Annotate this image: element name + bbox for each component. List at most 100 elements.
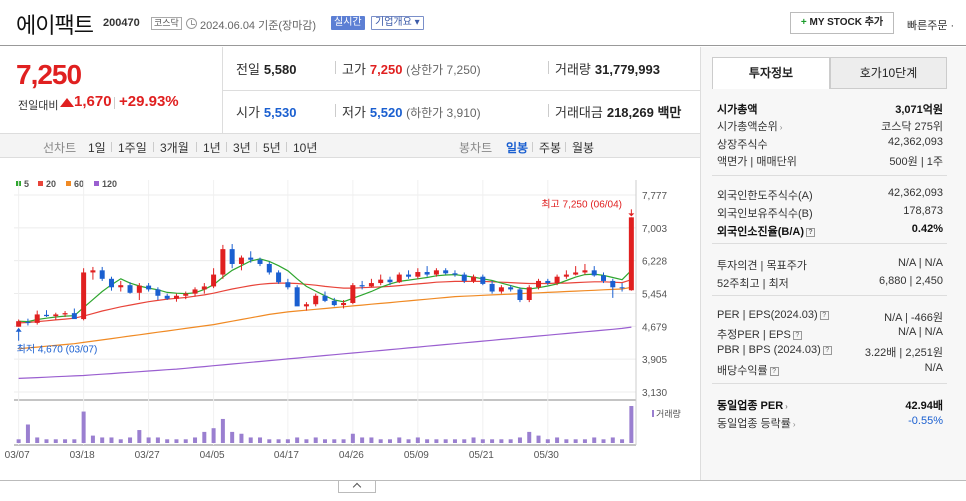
divider — [548, 61, 549, 74]
info-row[interactable]: 추정PER | EPS? N/A | N/A — [717, 326, 943, 342]
candle-body — [610, 280, 616, 288]
candle-body — [266, 263, 272, 273]
candle-body — [443, 270, 449, 274]
change-label: 전일대비 — [18, 100, 59, 112]
line-chart-tab[interactable]: 선차트 — [43, 139, 76, 156]
volume-bar — [545, 439, 550, 443]
volume-value: 31,779,993 — [594, 62, 660, 77]
collapse-chart-button[interactable] — [338, 481, 376, 493]
period-3m[interactable]: 3개월 — [160, 139, 189, 156]
volume-bar — [109, 437, 114, 443]
period-1w[interactable]: 1주일 — [118, 139, 147, 156]
period-3y[interactable]: 3년 — [233, 139, 251, 156]
candle-body — [424, 272, 430, 275]
candle-body — [628, 217, 634, 291]
candle-body — [108, 278, 114, 288]
price-summary: 7,250 전일대비 1,670 +29.93% 전일 5,580 고가 7,250… — [0, 47, 700, 133]
period-5y[interactable]: 5년 — [263, 139, 281, 156]
candle-body — [238, 257, 244, 264]
info-key: 추정PER | EPS? — [717, 326, 802, 342]
volume-bar — [193, 437, 198, 443]
company-info-dropdown[interactable]: 기업개요 ▾ — [371, 16, 424, 30]
divider — [153, 142, 154, 152]
period-1d[interactable]: 1일 — [88, 139, 106, 156]
candle-monthly[interactable]: 월봉 — [572, 139, 594, 156]
candle-body — [313, 295, 319, 305]
candle-body — [359, 285, 365, 287]
my-stock-add-button[interactable]: + MY STOCK 추가 — [790, 12, 894, 34]
info-row: 외국인한도주식수(A) 42,362,093 — [717, 187, 943, 203]
candle-body — [461, 274, 467, 281]
period-1y[interactable]: 1년 — [203, 139, 221, 156]
y-tick-label: 4,679 — [642, 322, 667, 333]
volume-bar — [350, 433, 355, 443]
tab-orderbook[interactable]: 호가10단계 — [830, 57, 947, 89]
candle-body — [536, 280, 542, 288]
volume-bar — [462, 439, 467, 443]
high-price: 고가 7,250 (상한가 7,250) — [342, 59, 481, 78]
candle-body — [248, 257, 254, 260]
volume-bar — [378, 439, 383, 443]
info-row: 액면가 | 매매단위 500원 | 1주 — [717, 153, 943, 169]
candle-body — [43, 314, 49, 317]
candle-body — [554, 276, 560, 284]
info-row[interactable]: 배당수익률? N/A — [717, 362, 943, 378]
period-10y[interactable]: 10년 — [293, 139, 317, 156]
candle-daily[interactable]: 일봉 — [506, 139, 528, 156]
chevron-right-icon[interactable]: › — [785, 402, 788, 411]
info-row[interactable]: PER | EPS(2024.03)? N/A | -466원 — [717, 309, 943, 325]
info-value: N/A | N/A — [897, 326, 943, 338]
volume-bar — [573, 439, 578, 443]
y-tick-label: 6,228 — [642, 257, 667, 268]
info-value: 0.42% — [911, 223, 943, 235]
volume-bar — [332, 439, 337, 443]
candle-body — [81, 272, 87, 320]
candle-body — [173, 295, 179, 299]
help-icon[interactable]: ? — [822, 346, 832, 355]
candle-body — [294, 287, 300, 307]
candle-weekly[interactable]: 주봉 — [539, 139, 561, 156]
divider — [286, 142, 287, 152]
volume-bar — [527, 431, 532, 443]
volume-bar — [118, 439, 123, 443]
help-icon[interactable]: ? — [806, 228, 815, 237]
chevron-right-icon[interactable]: › — [793, 420, 796, 429]
candle-body — [526, 287, 532, 301]
volume-bar — [610, 437, 615, 443]
candle-body — [489, 283, 495, 292]
info-row[interactable]: PBR | BPS (2024.03)? 3.22배 | 2,251원 — [717, 344, 943, 360]
info-row[interactable]: 동일업종 PER › 42.94배 — [717, 397, 943, 413]
x-tick-label: 05/09 — [404, 450, 429, 461]
divider — [226, 142, 227, 152]
candle-body — [257, 259, 263, 264]
volume-bar — [443, 439, 448, 443]
x-tick-label: 04/26 — [339, 450, 364, 461]
info-key: PBR | BPS (2024.03)? — [717, 344, 832, 356]
change-value: 1,670 — [74, 93, 112, 110]
help-icon[interactable]: ? — [769, 367, 779, 376]
info-row[interactable]: 외국인소진율(B/A)? 0.42% — [717, 223, 943, 239]
tab-invest-info[interactable]: 투자정보 — [712, 57, 830, 89]
info-row: 52주최고 | 최저 6,880 | 2,450 — [717, 275, 943, 291]
help-icon[interactable]: ? — [819, 311, 829, 320]
quick-order-link[interactable]: 빠른주문 · — [907, 17, 954, 33]
candle-body — [155, 289, 161, 296]
chevron-right-icon[interactable]: › — [780, 123, 783, 132]
candle-chart-tab[interactable]: 봉차트 — [459, 139, 492, 156]
candle-body — [498, 287, 504, 292]
divider — [256, 142, 257, 152]
info-key: 52주최고 | 최저 — [717, 278, 789, 290]
info-key: 외국인한도주식수(A) — [717, 190, 813, 202]
candlestick-chart[interactable]: 5 20 60 120 7,777 7,003 6,228 5,454 4,679 3,905 3,… — [0, 170, 700, 470]
candle-body — [517, 289, 523, 301]
info-row[interactable]: 동일업종 등락률 › -0.55% — [717, 415, 943, 431]
change-rate: +29.93% — [119, 93, 179, 110]
info-key: 상장주식수 — [717, 139, 768, 151]
volume-bar — [155, 437, 160, 443]
help-icon[interactable]: ? — [792, 331, 802, 340]
candle-body — [396, 274, 402, 283]
volume-bar — [276, 439, 281, 443]
candle-body — [591, 270, 597, 276]
realtime-button[interactable]: 실시간 — [331, 16, 365, 30]
info-row[interactable]: 시가총액순위 › 코스닥 275위 — [717, 118, 943, 134]
